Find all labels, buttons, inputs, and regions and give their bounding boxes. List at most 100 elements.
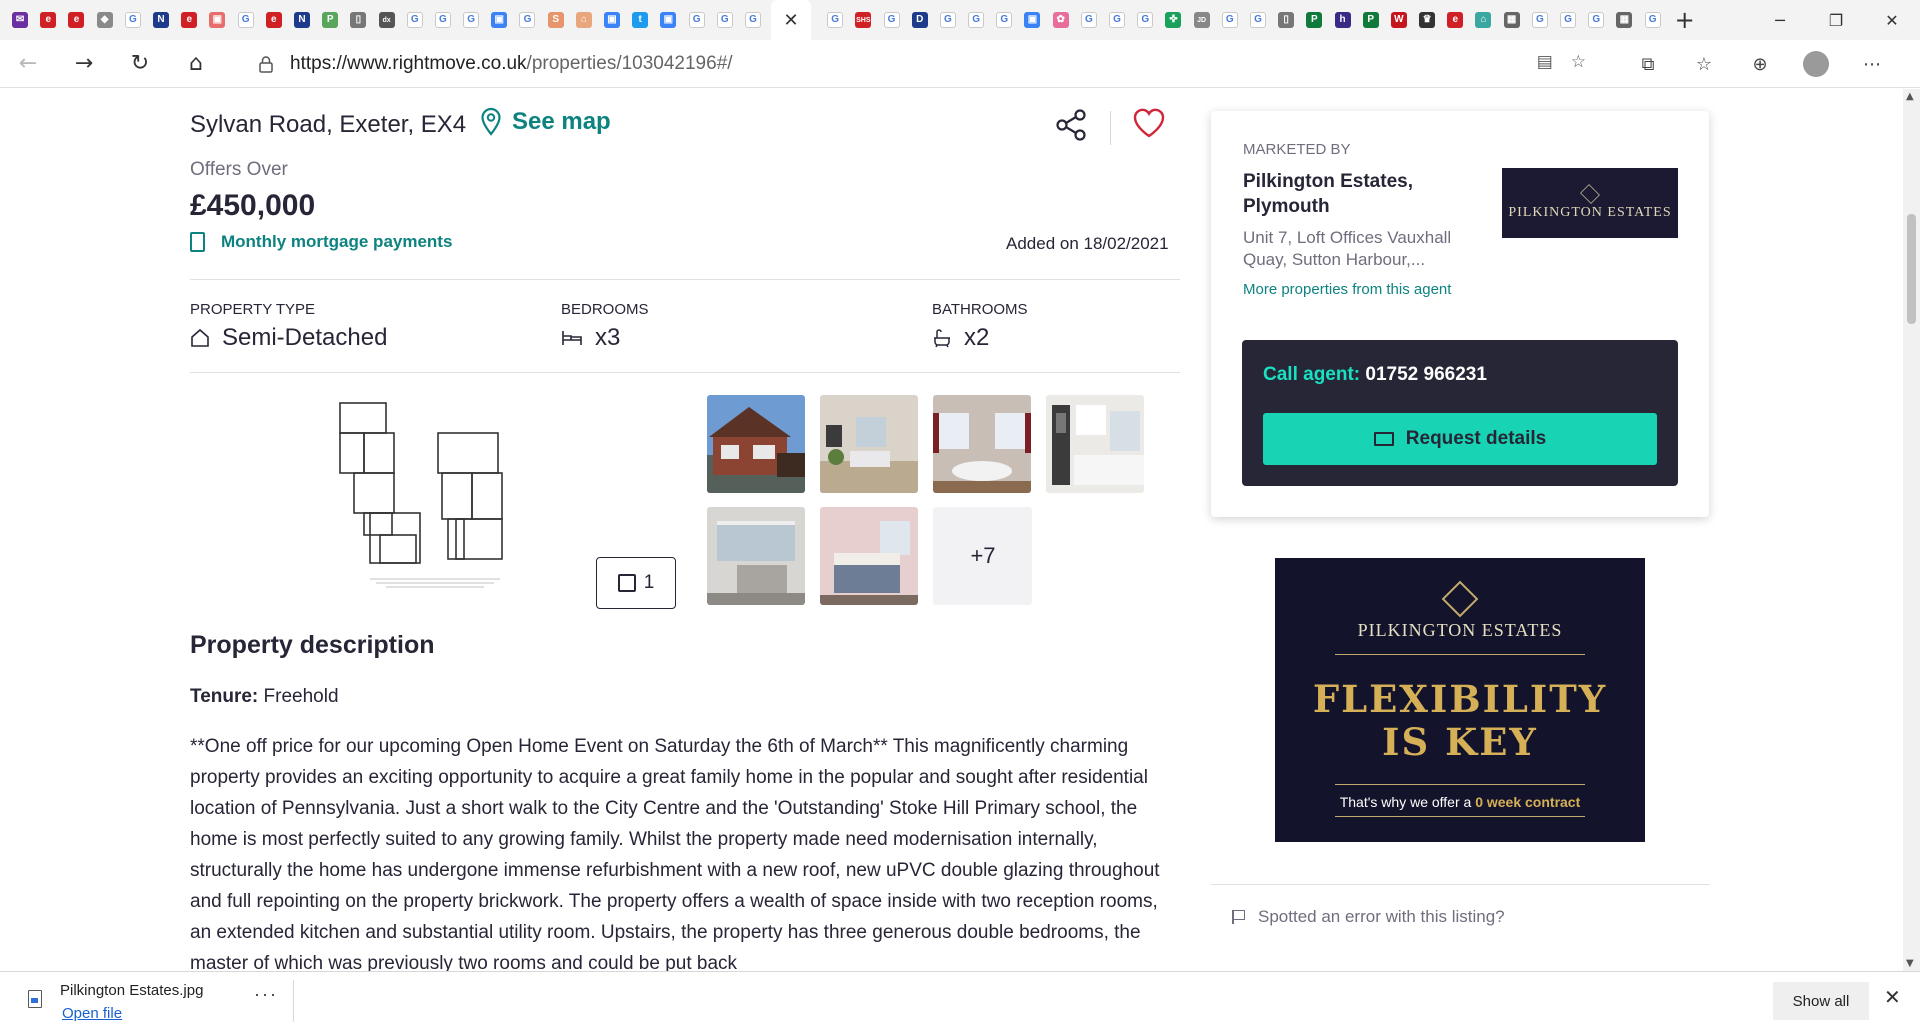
browser-tab[interactable]: G: [119, 0, 147, 40]
agent-name[interactable]: Pilkington Estates, Plymouth: [1243, 169, 1453, 219]
photo-thumbnail-dining-room[interactable]: [933, 395, 1031, 493]
browser-tab[interactable]: G: [1131, 0, 1159, 40]
browser-tab[interactable]: ⌂: [1469, 0, 1497, 40]
browser-tab[interactable]: t: [626, 0, 654, 40]
floorplan-button[interactable]: 1: [596, 557, 676, 609]
scroll-down-icon[interactable]: ▼: [1906, 958, 1914, 969]
more-photos-button[interactable]: +7: [934, 507, 1032, 605]
browser-tab[interactable]: JD: [1188, 0, 1216, 40]
download-filename[interactable]: Pilkington Estates.jpg: [60, 982, 203, 999]
photo-thumbnail-exterior[interactable]: [707, 395, 805, 493]
minimize-button[interactable]: ─: [1752, 0, 1808, 40]
browser-tab[interactable]: ▦: [1610, 0, 1638, 40]
browser-tab[interactable]: ✜: [1159, 0, 1187, 40]
floorplan-image[interactable]: [330, 395, 540, 605]
back-button[interactable]: ←: [0, 40, 56, 88]
favorites-icon[interactable]: ☆: [1676, 40, 1732, 88]
report-error-link[interactable]: Spotted an error with this listing?: [1232, 907, 1505, 927]
more-properties-link[interactable]: More properties from this agent: [1243, 281, 1451, 298]
photo-thumbnail-bedroom[interactable]: [707, 507, 805, 605]
browser-tab[interactable]: G: [1639, 0, 1667, 40]
close-downloads-icon[interactable]: ✕: [1884, 985, 1901, 1009]
show-all-downloads-button[interactable]: Show all: [1773, 982, 1869, 1020]
call-agent[interactable]: Call agent: 01752 966231: [1263, 364, 1487, 386]
browser-tab[interactable]: D: [906, 0, 934, 40]
lock-icon[interactable]: [258, 55, 274, 73]
browser-tab[interactable]: G: [821, 0, 849, 40]
save-heart-icon[interactable]: [1132, 107, 1166, 139]
browser-tab[interactable]: G: [457, 0, 485, 40]
browser-tab[interactable]: G: [877, 0, 905, 40]
browser-tab[interactable]: ▣: [485, 0, 513, 40]
browser-tab[interactable]: G: [990, 0, 1018, 40]
browser-tab[interactable]: ▯: [344, 0, 372, 40]
add-favorite-icon[interactable]: ☆: [1571, 52, 1586, 72]
browser-tab[interactable]: N: [288, 0, 316, 40]
browser-tab[interactable]: G: [401, 0, 429, 40]
browser-tab[interactable]: G: [1582, 0, 1610, 40]
collections-icon[interactable]: ⊕: [1732, 40, 1788, 88]
profile-button[interactable]: [1788, 40, 1844, 88]
browser-tab[interactable]: G: [1216, 0, 1244, 40]
close-window-button[interactable]: ✕: [1864, 0, 1920, 40]
download-more-options[interactable]: ···: [254, 984, 278, 1005]
open-file-link[interactable]: Open file: [62, 1005, 122, 1022]
new-tab-button[interactable]: +: [1667, 0, 1703, 40]
browser-tab[interactable]: ✿: [1047, 0, 1075, 40]
browser-tab[interactable]: ▣: [203, 0, 231, 40]
request-details-button[interactable]: Request details: [1263, 413, 1657, 465]
browser-tab[interactable]: G: [934, 0, 962, 40]
browser-tab[interactable]: G: [1526, 0, 1554, 40]
browser-tab[interactable]: e: [62, 0, 90, 40]
forward-button[interactable]: →: [56, 40, 112, 88]
active-tab[interactable]: ✕: [771, 0, 812, 40]
url-field[interactable]: https://www.rightmove.co.uk/properties/1…: [236, 46, 1596, 82]
agent-logo[interactable]: PILKINGTON ESTATES: [1502, 168, 1678, 238]
photo-thumbnail-master-bedroom[interactable]: [820, 507, 918, 605]
browser-tab[interactable]: G: [962, 0, 990, 40]
browser-tab[interactable]: dx: [372, 0, 400, 40]
restore-button[interactable]: ❐: [1808, 0, 1864, 40]
agent-phone[interactable]: 01752 966231: [1365, 364, 1487, 385]
browser-tab[interactable]: h: [1328, 0, 1356, 40]
browser-tab[interactable]: G: [513, 0, 541, 40]
browser-tab[interactable]: N: [147, 0, 175, 40]
browser-tab[interactable]: e: [175, 0, 203, 40]
browser-tab[interactable]: G: [429, 0, 457, 40]
browser-tab[interactable]: G: [739, 0, 767, 40]
browser-tab[interactable]: ✉: [6, 0, 34, 40]
extensions-icon[interactable]: ⧉: [1620, 40, 1676, 88]
browser-tab[interactable]: G: [711, 0, 739, 40]
browser-tab[interactable]: ▣: [1018, 0, 1046, 40]
mortgage-link[interactable]: Monthly mortgage payments: [190, 232, 452, 252]
reload-button[interactable]: ↻: [112, 40, 168, 88]
photo-thumbnail-living-room[interactable]: [820, 395, 918, 493]
share-icon[interactable]: [1054, 107, 1090, 143]
browser-tab[interactable]: ♛: [1413, 0, 1441, 40]
close-tab-icon[interactable]: ✕: [784, 10, 799, 31]
browser-tab[interactable]: W: [1385, 0, 1413, 40]
browser-tab[interactable]: G: [683, 0, 711, 40]
browser-tab[interactable]: ▣: [598, 0, 626, 40]
advert-banner[interactable]: PILKINGTON ESTATES FLEXIBILITY IS KEY Th…: [1275, 558, 1645, 842]
browser-tab[interactable]: P: [316, 0, 344, 40]
browser-tab[interactable]: P: [1357, 0, 1385, 40]
browser-tab[interactable]: G: [1554, 0, 1582, 40]
browser-tab[interactable]: ▯: [1272, 0, 1300, 40]
browser-tab[interactable]: SHS: [849, 0, 877, 40]
home-button[interactable]: ⌂: [168, 40, 224, 88]
immersive-reader-icon[interactable]: ▤: [1537, 52, 1553, 72]
scrollbar-thumb[interactable]: [1907, 214, 1916, 324]
scroll-up-icon[interactable]: ▲: [1906, 91, 1914, 102]
browser-tab[interactable]: S: [542, 0, 570, 40]
photo-thumbnail-kitchen[interactable]: [1046, 395, 1144, 493]
vertical-scrollbar[interactable]: ▲ ▼: [1903, 89, 1920, 971]
browser-tab[interactable]: P: [1300, 0, 1328, 40]
browser-tab[interactable]: ▣: [654, 0, 682, 40]
browser-tab[interactable]: G: [232, 0, 260, 40]
browser-tab[interactable]: G: [1103, 0, 1131, 40]
browser-tab[interactable]: G: [1244, 0, 1272, 40]
settings-menu-icon[interactable]: ⋯: [1844, 40, 1900, 88]
browser-tab[interactable]: ⌂: [570, 0, 598, 40]
browser-tab[interactable]: e: [260, 0, 288, 40]
